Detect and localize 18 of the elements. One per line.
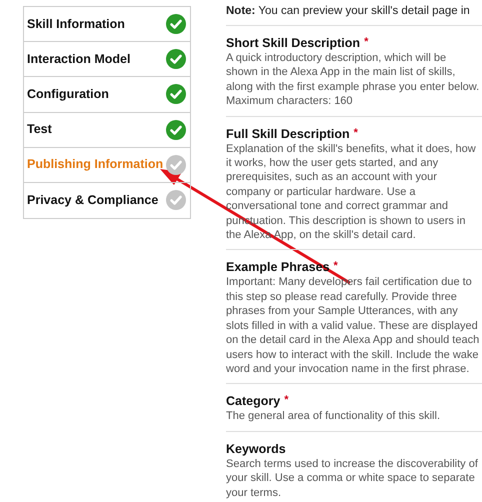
field-title: Short Skill Description xyxy=(226,35,360,51)
field-description: Important: Many developers fail certification due to this step so please read carefully. Provide three phrases from your Sample Utterances, with any slots filled in with a valid value. These are displayed on the detail card in the Alexa App and should teach users how to interact with the skill. Include the wake word and your invocation name in the first phrase. xyxy=(226,275,480,376)
step-link[interactable]: Interaction Model xyxy=(27,50,130,69)
required-mark: * xyxy=(334,259,338,274)
step-link[interactable]: Test xyxy=(27,120,52,139)
field-description: Search terms used to increase the discoverability of your skill. Use a comma or white space to separate your terms. xyxy=(226,456,479,500)
field-title: Keywords xyxy=(226,440,286,457)
field-description: The general area of functionality of this skill. xyxy=(226,409,442,424)
step-link[interactable]: Privacy & Compliance xyxy=(27,191,158,210)
field-title: Category xyxy=(226,393,280,410)
required-mark: * xyxy=(284,393,288,408)
field-title: Full Skill Description xyxy=(226,126,350,142)
note-text: Note: You can preview your skill's detail page in xyxy=(226,4,471,19)
field-description: A quick introductory description, which will be shown in the Alexa App in the main list of skills, along with the first example phrase you enter below. Maximum characters: 160 xyxy=(226,51,480,109)
step-link[interactable]: Configuration xyxy=(27,85,109,104)
required-mark: * xyxy=(364,35,368,49)
step-link[interactable]: Skill Information xyxy=(27,14,125,34)
required-mark: * xyxy=(354,126,358,140)
